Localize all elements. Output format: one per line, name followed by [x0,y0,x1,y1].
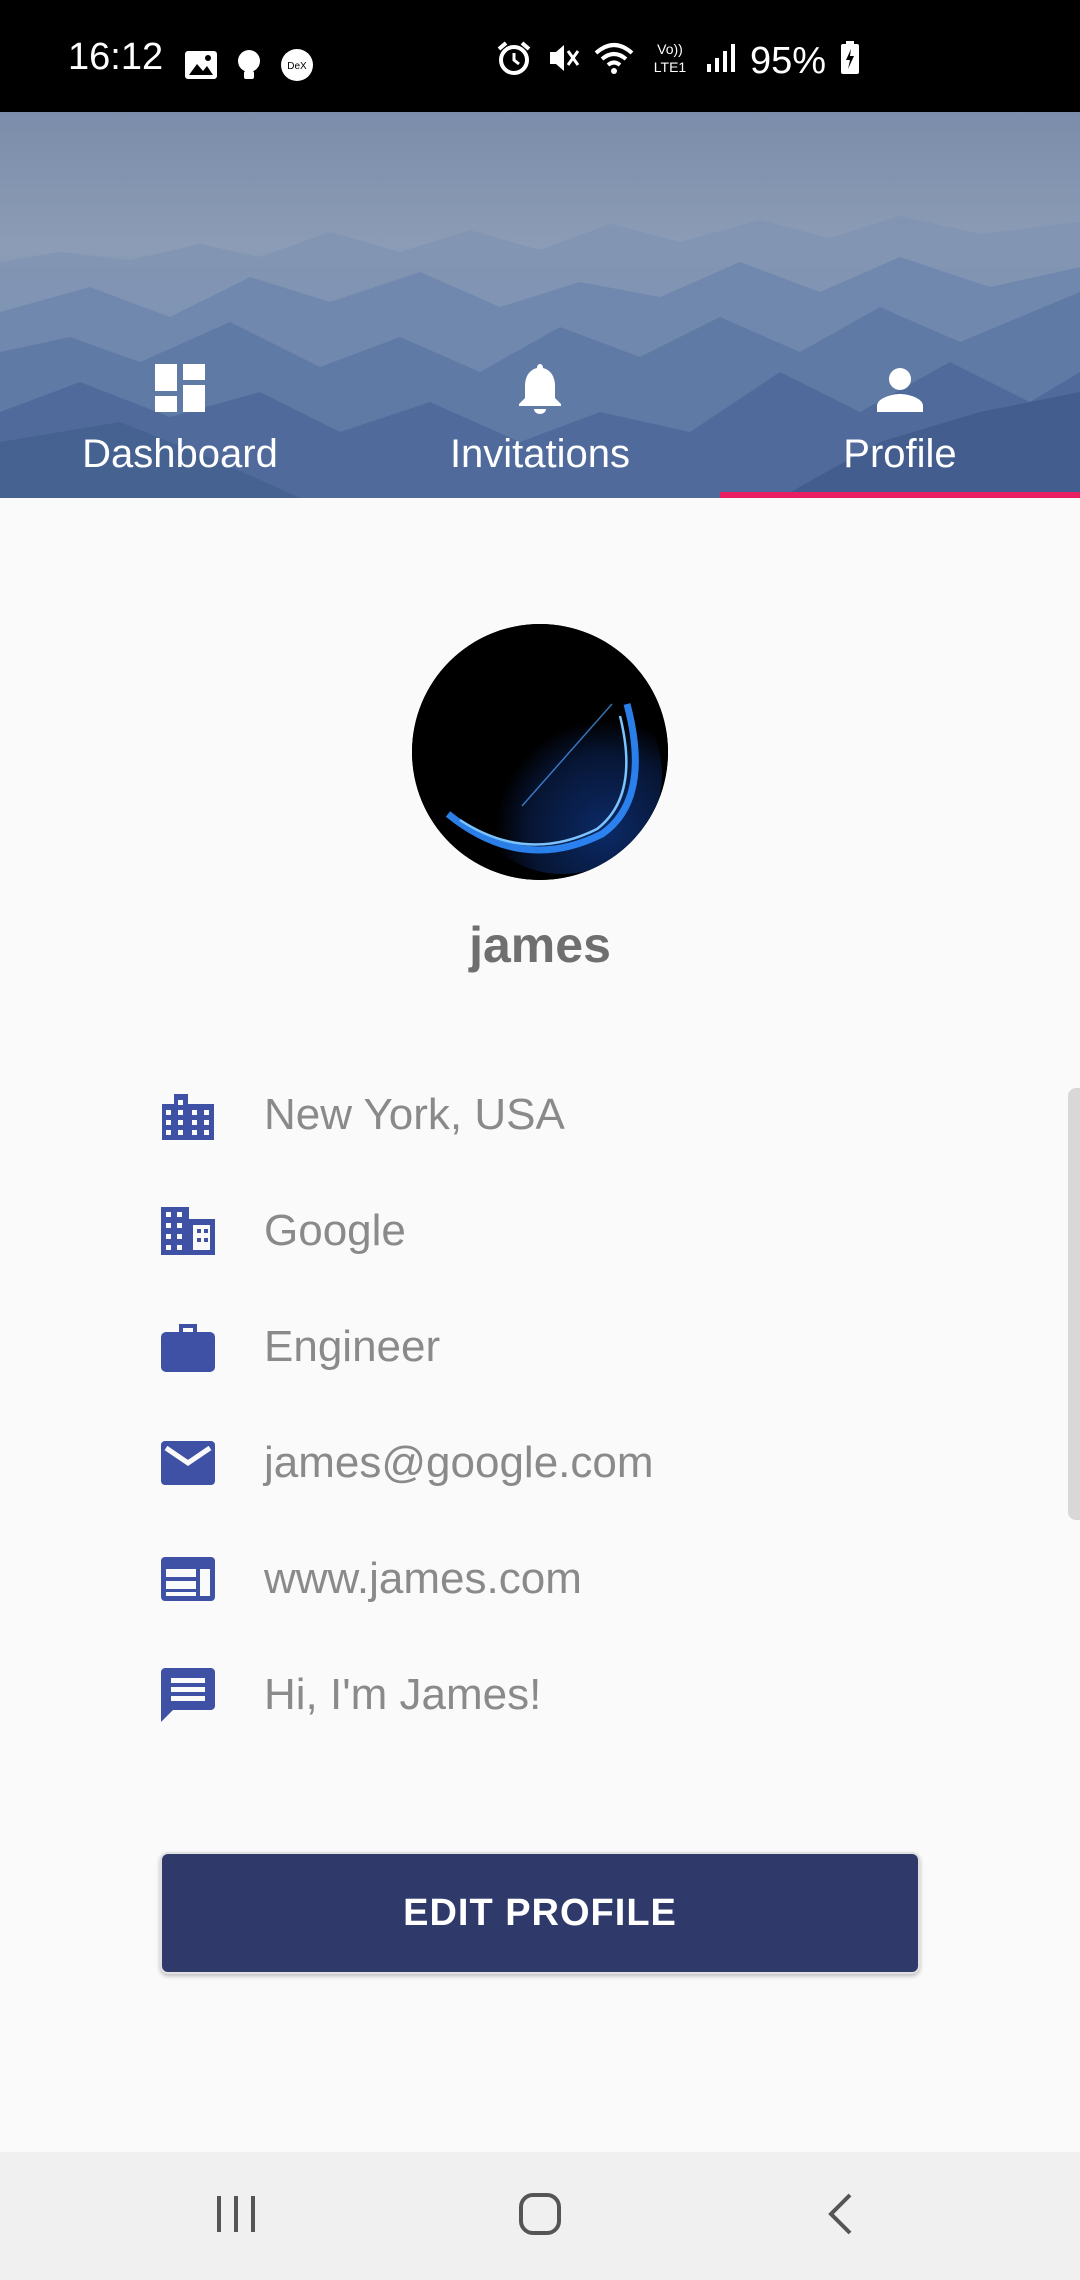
tab-label-invitations: Invitations [449,432,631,476]
tab-invitations[interactable]: Invitations [360,112,720,498]
info-row-location: New York, USA [160,1080,565,1150]
recent-apps-icon [215,2194,257,2239]
screen: 16:12 DeX Vo)) LTE1 95% Dashboard Invita… [0,0,1080,2280]
navigation-bar [0,2152,1080,2280]
avatar [412,624,668,880]
scrollbar-handle[interactable] [1068,1088,1080,1520]
info-text-email: james@google.com [264,1438,654,1487]
status-bar: 16:12 DeX Vo)) LTE1 95% [0,0,1080,112]
person-icon [877,368,923,417]
mute-icon [546,40,580,81]
image-icon [184,50,218,85]
svg-text:DeX: DeX [287,61,307,72]
info-text-website: www.james.com [264,1554,582,1603]
info-text-location: New York, USA [264,1090,565,1139]
alarm-icon [496,40,532,81]
message-icon [160,1667,216,1723]
tab-label-dashboard: Dashboard [82,432,278,476]
header-banner: Dashboard Invitations Profile [0,112,1080,498]
svg-text:LTE1: LTE1 [654,59,687,75]
info-row-bio: Hi, I'm James! [160,1660,541,1730]
selected-tab-indicator [720,492,1080,498]
wifi-icon [594,41,634,80]
info-row-website: www.james.com [160,1544,582,1614]
info-row-job: Engineer [160,1312,440,1382]
city-icon [160,1087,216,1143]
status-time: 16:12 [68,36,164,78]
info-text-bio: Hi, I'm James! [264,1670,542,1719]
tab-profile[interactable]: Profile [720,112,1080,498]
planet-image [412,624,668,880]
lightbulb-icon [236,49,262,86]
info-row-email: james@google.com [160,1428,654,1498]
mail-icon [160,1435,216,1491]
battery-percentage: 95% [749,39,826,82]
username: james [469,917,611,973]
edit-profile-button[interactable]: EDIT PROFILE [160,1852,920,1974]
battery-charging-icon [840,41,860,80]
office-building-icon [160,1203,216,1259]
home-icon [518,2192,562,2241]
volte-icon: Vo)) LTE1 [648,40,692,81]
recent-apps-button[interactable] [136,2152,336,2280]
info-row-company: Google [160,1196,406,1266]
info-text-job: Engineer [264,1322,441,1371]
back-button[interactable] [740,2152,940,2280]
status-right-icons: Vo)) LTE1 95% [496,40,860,81]
briefcase-icon [160,1319,216,1375]
home-button[interactable] [440,2152,640,2280]
status-left-icons: DeX [184,48,314,87]
svg-text:Vo)): Vo)) [657,41,683,57]
dashboard-icon [155,364,205,417]
tab-dashboard[interactable]: Dashboard [0,112,360,498]
back-icon [826,2192,854,2241]
tab-label-profile: Profile [843,432,957,476]
info-text-company: Google [264,1206,406,1255]
dex-icon: DeX [280,48,314,87]
web-icon [160,1551,216,1607]
signal-icon [706,42,736,79]
bell-icon [517,362,563,419]
